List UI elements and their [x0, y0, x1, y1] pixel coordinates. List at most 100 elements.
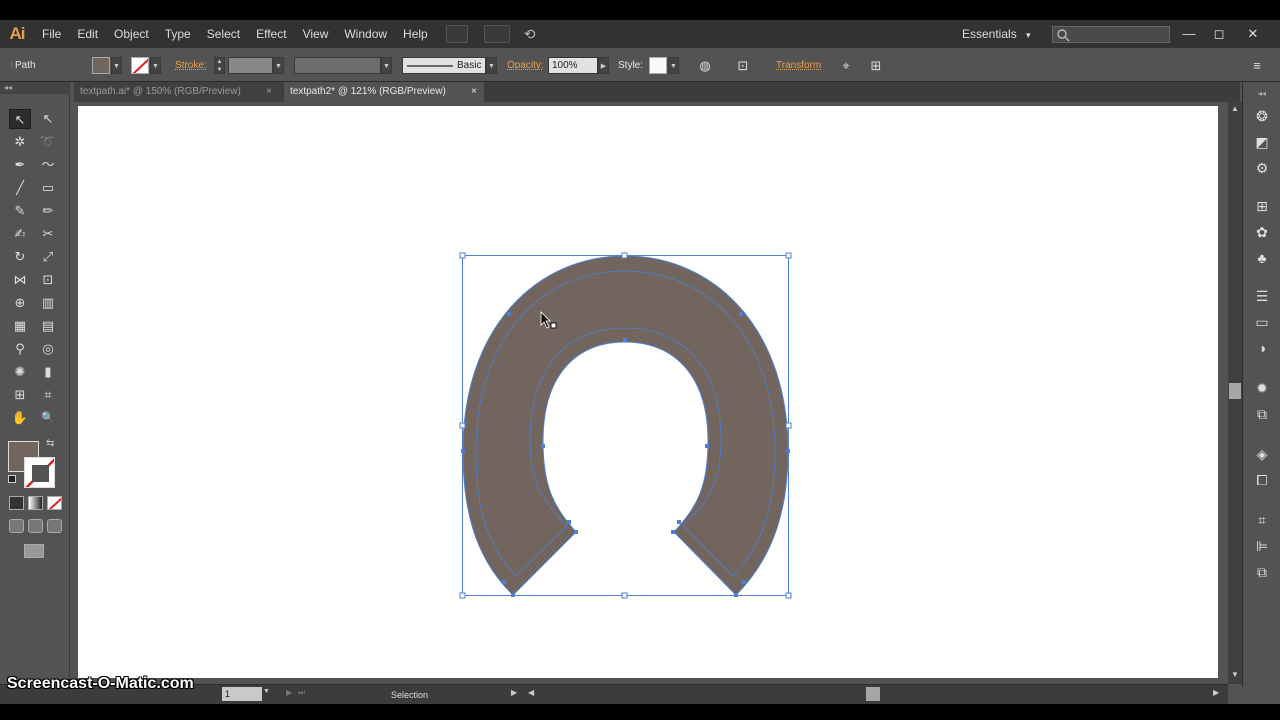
screen-mode-button[interactable] [24, 544, 44, 558]
horseshoe-shape[interactable] [462, 255, 789, 596]
curvature-tool-icon[interactable]: 〜 [37, 155, 59, 175]
vertical-scrollbar[interactable]: ▲ ▼ [1228, 102, 1242, 684]
transparency-icon[interactable]: ◑ [1252, 338, 1272, 358]
artboard-tool-icon[interactable]: ⊞ [9, 385, 31, 405]
minimize-button[interactable]: — [1172, 20, 1206, 48]
free-transform-tool-icon[interactable]: ⊡ [37, 270, 59, 290]
variable-width-dropdown[interactable]: ▼ [381, 57, 392, 74]
direct-selection-tool-icon[interactable]: ↖ [37, 109, 59, 129]
mesh-tool-icon[interactable]: ▦ [9, 316, 31, 336]
stroke-swatch[interactable] [24, 457, 55, 488]
close-tab-button[interactable]: × [266, 82, 272, 102]
fill-color-swatch[interactable] [92, 57, 110, 74]
zoom-tool-icon[interactable]: 🔍 [37, 408, 59, 428]
gpu-performance-icon[interactable]: ⟲ [524, 26, 536, 43]
graphic-styles-panel-icon[interactable]: ⧉ [1252, 404, 1272, 424]
scroll-left-icon[interactable]: ◀ [528, 688, 534, 697]
draw-behind-button[interactable] [28, 519, 43, 533]
blob-brush-tool-icon[interactable]: ✍ [9, 224, 31, 244]
brushes-icon[interactable]: ⊞ [1252, 196, 1272, 216]
close-window-button[interactable]: ✕ [1236, 20, 1270, 48]
magic-wand-tool-icon[interactable]: ✲ [9, 132, 31, 152]
artboard-dropdown-icon[interactable]: ▼ [263, 688, 270, 695]
arrange-menu-icon[interactable]: ⊞ [867, 57, 885, 74]
transform-link[interactable]: Transform [776, 57, 821, 74]
workspace-switcher[interactable]: Essentials ▾ [962, 20, 1031, 48]
stroke-label[interactable]: Stroke: [175, 57, 207, 74]
hand-tool-icon[interactable]: ✋ [9, 408, 31, 428]
perspective-grid-tool-icon[interactable]: ▥ [37, 293, 59, 313]
slice-tool-icon[interactable]: ⌗ [37, 385, 59, 405]
fill-dropdown-arrow[interactable]: ▼ [111, 57, 122, 74]
stroke-panel-icon[interactable]: ☰ [1252, 286, 1272, 306]
horizontal-scroll-thumb[interactable] [866, 687, 880, 701]
symbol-sprayer-tool-icon[interactable]: ✺ [9, 362, 31, 382]
default-fill-stroke-icon[interactable] [8, 475, 16, 483]
selection-tool-icon[interactable]: ↖ [9, 109, 31, 129]
lasso-tool-icon[interactable]: ➰ [37, 132, 59, 152]
menu-object[interactable]: Object [106, 20, 157, 48]
scissors-tool-icon[interactable]: ✂ [37, 224, 59, 244]
scale-tool-icon[interactable]: ⤢ [37, 247, 59, 267]
width-tool-icon[interactable]: ⋈ [9, 270, 31, 290]
align-panel-icon[interactable]: ⊫ [1252, 536, 1272, 556]
first-artboard-icon[interactable]: ▶ [286, 688, 292, 697]
close-tab-button[interactable]: × [471, 82, 477, 102]
bridge-icon[interactable] [445, 25, 468, 43]
artboard[interactable] [78, 106, 1218, 678]
swap-fill-stroke-icon[interactable]: ⇆ [46, 438, 54, 449]
search-help-input[interactable] [1052, 26, 1170, 43]
draw-inside-button[interactable] [47, 519, 62, 533]
brush-dropdown[interactable]: ▼ [486, 57, 497, 74]
stroke-weight-dropdown[interactable]: ▼ [273, 57, 284, 74]
gradient-tool-icon[interactable]: ▤ [37, 316, 59, 336]
eyedropper-tool-icon[interactable]: ⚲ [9, 339, 31, 359]
line-segment-tool-icon[interactable]: ╱ [9, 178, 31, 198]
gradient-panel-icon[interactable]: ▭ [1252, 312, 1272, 332]
artboards-icon[interactable]: ⧠ [1252, 470, 1272, 490]
expand-panels-icon[interactable]: ◂◂ [1252, 84, 1272, 104]
isolate-selection-icon[interactable]: ⌖ [837, 57, 855, 74]
scroll-right-icon[interactable]: ▶ [1213, 688, 1219, 697]
blend-tool-icon[interactable]: ◎ [37, 339, 59, 359]
menu-effect[interactable]: Effect [248, 20, 294, 48]
shape-builder-tool-icon[interactable]: ⊕ [9, 293, 31, 313]
menu-window[interactable]: Window [336, 20, 395, 48]
status-menu-icon[interactable]: ▶ [511, 688, 517, 697]
appearance-icon[interactable]: ✹ [1252, 378, 1272, 398]
recolor-artwork-icon[interactable]: ◍ [696, 57, 714, 74]
opacity-label[interactable]: Opacity: [507, 57, 544, 74]
paintbrush-tool-icon[interactable]: ✎ [9, 201, 31, 221]
gradient-mode-button[interactable] [28, 496, 43, 510]
scroll-down-icon[interactable]: ▼ [1231, 670, 1239, 679]
stroke-weight-stepper[interactable]: ▲ ▼ [214, 57, 225, 74]
color-guide-icon[interactable]: ❂ [1252, 106, 1272, 126]
brush-definition[interactable]: Basic [402, 57, 486, 74]
stroke-color-swatch[interactable] [131, 57, 149, 74]
graphic-styles-icon[interactable]: ♣ [1252, 248, 1272, 268]
canvas-area[interactable] [70, 102, 1228, 684]
scroll-up-icon[interactable]: ▲ [1231, 104, 1239, 113]
draw-normal-button[interactable] [9, 519, 24, 533]
pathfinder-icon[interactable]: ⧉ [1252, 562, 1272, 582]
color-panel-icon[interactable]: ◩ [1252, 132, 1272, 152]
maximize-button[interactable]: ◻ [1202, 20, 1236, 48]
rotate-tool-icon[interactable]: ↻ [9, 247, 31, 267]
pencil-tool-icon[interactable]: ✏ [37, 201, 59, 221]
tools-panel-header[interactable]: ◂◂ [0, 82, 70, 94]
color-mode-button[interactable] [9, 496, 24, 510]
pen-tool-icon[interactable]: ✒ [9, 155, 31, 175]
opacity-dropdown[interactable]: ▶ [598, 57, 609, 74]
menu-select[interactable]: Select [199, 20, 248, 48]
variable-width-profile[interactable] [294, 57, 381, 74]
graphic-style-swatch[interactable] [649, 57, 667, 74]
symbols-icon[interactable]: ✿ [1252, 222, 1272, 242]
panel-menu-icon[interactable]: ≡ [1248, 57, 1266, 74]
menu-help[interactable]: Help [395, 20, 436, 48]
column-graph-tool-icon[interactable]: ▮ [37, 362, 59, 382]
opacity-field[interactable]: 100% [548, 57, 598, 74]
menu-view[interactable]: View [295, 20, 337, 48]
stroke-weight-field[interactable] [228, 57, 273, 74]
align-to-icon[interactable]: ⊡ [734, 57, 752, 74]
layers-icon[interactable]: ◈ [1252, 444, 1272, 464]
